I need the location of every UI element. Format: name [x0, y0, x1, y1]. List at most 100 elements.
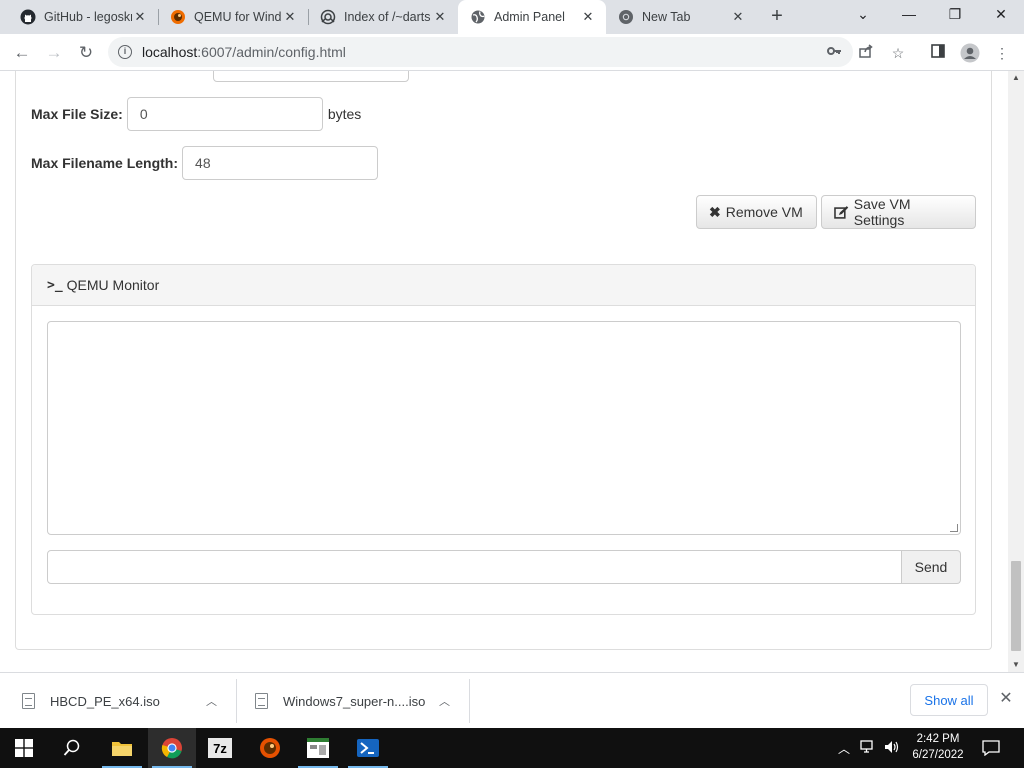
max-file-size-label: Max File Size:	[31, 106, 123, 122]
address-bar[interactable]: i localhost:6007/admin/config.html	[108, 37, 853, 67]
new-tab-button[interactable]: +	[766, 6, 788, 28]
chevron-up-icon[interactable]: ︿	[439, 693, 450, 709]
search-icon[interactable]	[48, 728, 96, 768]
browser-tab-strip: GitHub - legoskr ✕ QEMU for Windo ✕ Inde…	[0, 0, 1024, 34]
close-tab-icon[interactable]: ✕	[432, 9, 448, 25]
restore-icon[interactable]: ❐	[932, 0, 978, 30]
tab-title: Admin Panel	[494, 10, 565, 24]
downloads-bar: HBCD_PE_x64.iso ︿ Windows7_super-n....is…	[0, 672, 1024, 728]
page-scrollbar[interactable]: ▲ ▼	[1008, 71, 1024, 672]
monitor-command-row: Send	[47, 550, 961, 584]
max-file-size-input[interactable]: 0	[126, 97, 323, 131]
download-filename: Windows7_super-n....iso	[283, 693, 426, 709]
partial-input-field[interactable]	[213, 71, 409, 82]
github-icon	[20, 9, 36, 25]
save-vm-settings-button[interactable]: Save VM Settings	[821, 195, 976, 229]
index-icon	[320, 9, 336, 25]
powershell-icon[interactable]	[344, 728, 392, 768]
download-separator	[469, 679, 470, 723]
forward-arrow-icon[interactable]: →	[40, 39, 68, 67]
qemu-monitor-title: QEMU Monitor	[66, 277, 160, 293]
max-filename-length-input[interactable]: 48	[182, 146, 379, 180]
windows-taskbar: 7z ︿ 2:42 PM 6/27/2022	[0, 728, 1024, 768]
tray-chevron-up-icon[interactable]: ︿	[838, 740, 850, 757]
minimize-icon[interactable]: —	[886, 0, 932, 30]
page-viewport: Max File Size: 0 bytes Max Filename Leng…	[0, 71, 1024, 672]
chrome-icon	[619, 10, 633, 24]
save-vm-settings-label: Save VM Settings	[853, 196, 911, 228]
globe-icon	[471, 10, 485, 24]
tab-search-chevron-icon[interactable]: ⌄	[840, 0, 886, 30]
tab-github[interactable]: GitHub - legoskr ✕	[8, 0, 158, 34]
system-tray: ︿	[838, 728, 900, 768]
reload-icon[interactable]: ↻	[72, 39, 100, 67]
scroll-up-arrow-icon[interactable]: ▲	[1008, 71, 1024, 85]
download-filename: HBCD_PE_x64.iso	[50, 693, 160, 709]
url-host: localhost	[142, 44, 198, 60]
tab-new-tab[interactable]: New Tab ✕	[606, 0, 756, 34]
close-window-icon[interactable]: ✕	[978, 0, 1024, 30]
close-tab-icon[interactable]: ✕	[282, 9, 298, 25]
star-icon[interactable]: ☆	[888, 43, 908, 63]
qemu-monitor-panel: >_ QEMU Monitor Send	[31, 264, 976, 615]
download-item[interactable]: Windows7_super-n....iso ︿	[255, 673, 465, 729]
clock-date: 6/27/2022	[912, 749, 964, 761]
side-panel-icon[interactable]	[928, 43, 948, 63]
app-window-icon[interactable]	[294, 728, 342, 768]
tab-qemu[interactable]: QEMU for Windo ✕	[158, 0, 308, 34]
close-downloads-icon[interactable]: ✕	[996, 689, 1016, 709]
remove-x-icon: ✖	[709, 203, 721, 220]
close-tab-icon[interactable]: ✕	[730, 9, 746, 25]
tab-title: QEMU for Windo	[194, 10, 282, 24]
download-item[interactable]: HBCD_PE_x64.iso ︿	[22, 673, 232, 729]
tab-title: Index of /~darts	[344, 10, 431, 24]
back-arrow-icon[interactable]: ←	[8, 39, 36, 67]
tab-index[interactable]: Index of /~darts ✕	[308, 0, 458, 34]
file-explorer-icon[interactable]	[98, 728, 146, 768]
scroll-down-arrow-icon[interactable]: ▼	[1008, 658, 1024, 672]
max-filename-length-label: Max Filename Length:	[31, 155, 179, 171]
site-info-icon[interactable]: i	[118, 45, 132, 59]
network-icon[interactable]	[860, 739, 876, 757]
tab-title: New Tab	[642, 10, 691, 24]
browser-toolbar: ← → ↻ i localhost:6007/admin/config.html…	[0, 34, 1024, 71]
remove-vm-label: Remove VM	[725, 204, 803, 220]
qemu-monitor-header: >_ QEMU Monitor	[32, 265, 975, 306]
file-icon	[22, 693, 35, 709]
resize-grip-icon[interactable]	[950, 524, 958, 532]
remove-vm-button[interactable]: ✖ Remove VM	[696, 195, 817, 229]
menu-kebab-icon[interactable]: ⋮	[992, 43, 1012, 63]
monitor-command-input[interactable]	[47, 550, 902, 584]
address-url: localhost:6007/admin/config.html	[142, 44, 346, 60]
scrollbar-thumb[interactable]	[1011, 561, 1021, 651]
svg-text:7z: 7z	[213, 741, 227, 756]
tab-title: GitHub - legoskr	[44, 10, 132, 24]
download-separator	[236, 679, 237, 723]
monitor-output-textarea[interactable]	[47, 321, 961, 535]
chevron-up-icon[interactable]: ︿	[206, 693, 217, 709]
max-filename-length-row: Max Filename Length: 48	[31, 146, 379, 180]
taskbar-clock[interactable]: 2:42 PM 6/27/2022	[906, 731, 970, 763]
7zip-icon[interactable]: 7z	[196, 728, 244, 768]
close-tab-icon[interactable]: ✕	[580, 9, 596, 25]
send-button[interactable]: Send	[902, 550, 961, 584]
file-icon	[255, 693, 268, 709]
profile-avatar-icon[interactable]	[960, 43, 980, 63]
windows-start-icon[interactable]	[0, 728, 48, 768]
save-edit-icon	[834, 205, 849, 219]
max-file-size-row: Max File Size: 0 bytes	[31, 97, 361, 131]
terminal-icon: >_	[47, 277, 63, 293]
notification-icon[interactable]	[982, 728, 1000, 768]
share-icon[interactable]	[856, 43, 876, 63]
key-icon[interactable]	[824, 43, 844, 63]
clock-time: 2:42 PM	[916, 733, 960, 745]
qemu-taskbar-icon[interactable]	[246, 728, 294, 768]
show-all-downloads-button[interactable]: Show all	[910, 684, 988, 716]
tab-admin-panel[interactable]: Admin Panel ✕	[458, 0, 606, 34]
chrome-taskbar-icon[interactable]	[148, 728, 196, 768]
url-path: :6007/admin/config.html	[197, 44, 346, 60]
volume-icon[interactable]	[884, 740, 900, 757]
max-file-size-unit: bytes	[327, 106, 362, 122]
qemu-icon	[171, 10, 185, 24]
close-tab-icon[interactable]: ✕	[132, 9, 148, 25]
